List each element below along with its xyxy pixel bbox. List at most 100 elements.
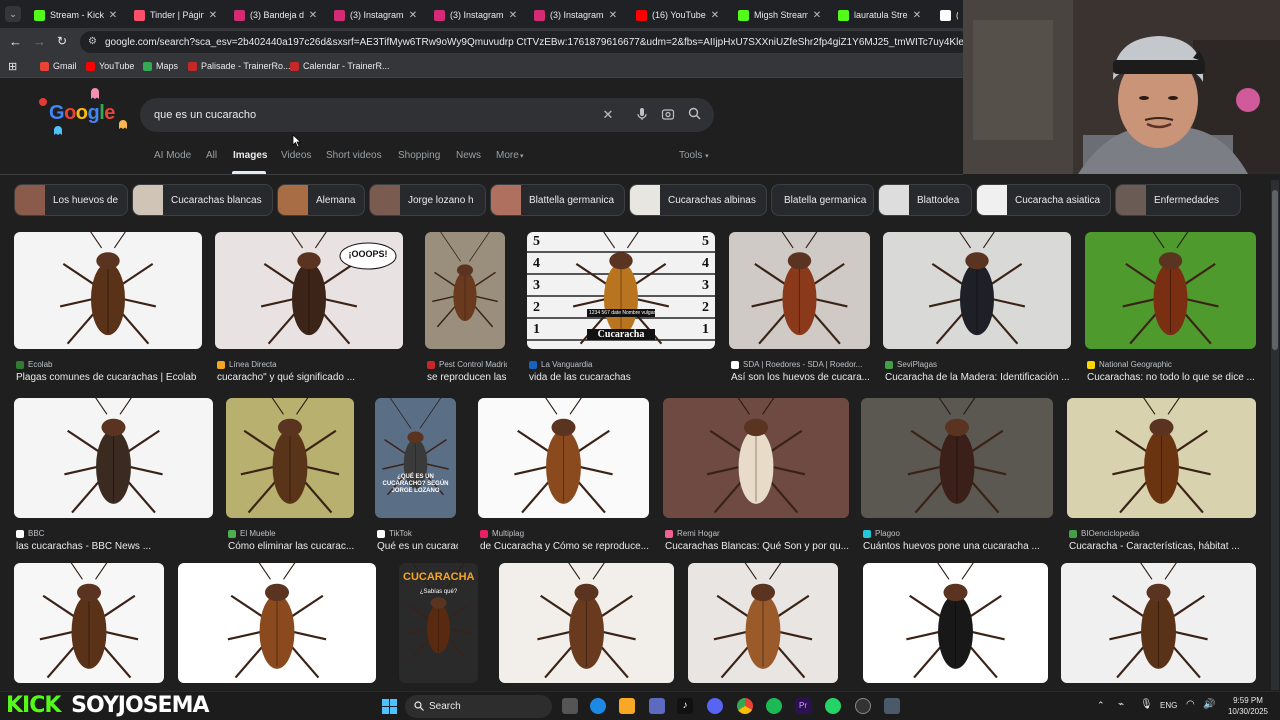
result-title[interactable]: Cucaracha de la Madera: Identificación .…	[885, 372, 1073, 383]
refinement-chip[interactable]: Blattella germanica	[490, 184, 625, 216]
search-icon[interactable]	[686, 107, 702, 123]
browser-tab[interactable]: (3) Instagram ✕	[528, 4, 624, 26]
tab-more[interactable]: More	[496, 150, 519, 161]
result-thumbnail[interactable]	[688, 563, 838, 683]
result-title[interactable]: Cucarachas Blancas: Qué Son y por qu...	[665, 541, 851, 552]
tab-search-button[interactable]: ⌄	[5, 6, 21, 22]
refinement-chip[interactable]: Jorge lozano h	[369, 184, 486, 216]
result-title[interactable]: Cucaracha - Características, hábitat ...	[1069, 541, 1258, 552]
volume-icon[interactable]: 🔊	[1203, 699, 1215, 710]
whatsapp-icon[interactable]	[825, 698, 841, 714]
result-thumbnail[interactable]	[729, 232, 870, 349]
result-thumbnail[interactable]	[863, 563, 1048, 683]
close-tab-icon[interactable]: ✕	[308, 10, 318, 21]
result-source[interactable]: SDA | Roedores - SDA | Roedor...	[731, 360, 872, 369]
result-thumbnail[interactable]	[663, 398, 849, 518]
image-result[interactable]: Pest Control Madrid se reproducen las ...	[425, 232, 507, 385]
bookmark-item[interactable]: Calendar - TrainerR...	[290, 61, 390, 71]
clear-icon[interactable]: ✕	[600, 107, 616, 123]
image-result[interactable]: BIOenciclopedia Cucaracha - Característic…	[1067, 398, 1256, 554]
result-title[interactable]: Cuántos huevos pone una cucaracha ...	[863, 541, 1055, 552]
back-icon[interactable]: ←	[9, 34, 22, 49]
result-thumbnail[interactable]	[14, 232, 202, 349]
refinement-chip[interactable]: Cucarachas blancas	[132, 184, 273, 216]
result-source[interactable]: Línea Directa	[217, 360, 405, 369]
image-result[interactable]: Ecolab Plagas comunes de cucarachas | Eco…	[14, 232, 202, 385]
image-result[interactable]: ¡OOOPS! Línea Directa cucaracho" y qué sig…	[215, 232, 403, 385]
store-icon[interactable]	[649, 698, 665, 714]
result-thumbnail[interactable]: CUCARACHA ¿Sabías qué?	[399, 563, 478, 683]
google-logo[interactable]: Google	[35, 88, 130, 136]
site-info-icon[interactable]: ⚙	[88, 36, 97, 47]
close-tab-icon[interactable]: ✕	[408, 10, 418, 21]
browser-tab[interactable]: lauratula Strea ✕	[832, 4, 928, 26]
bookmark-item[interactable]: YouTube	[86, 61, 134, 71]
image-result[interactable]: SDA | Roedores - SDA | Roedor... Así son …	[729, 232, 870, 385]
result-source[interactable]: Multiplag	[480, 529, 651, 538]
refinement-chip[interactable]: Cucaracha asiatica	[976, 184, 1111, 216]
reload-icon[interactable]: ↻	[57, 34, 67, 48]
image-result[interactable]: Plagoo Cuántos huevos pone una cucaracha …	[861, 398, 1053, 554]
lens-camera-icon[interactable]	[660, 107, 676, 123]
bookmark-item[interactable]: Maps	[143, 61, 178, 71]
result-thumbnail[interactable]: 5 5 4 4 3 3 2 2 1 1 1234 567 date Nombre vulgar Cuc…	[527, 232, 715, 349]
close-tab-icon[interactable]: ✕	[208, 10, 218, 21]
refinement-chip[interactable]: Enfermedades	[1115, 184, 1241, 216]
system-clock[interactable]: 9:59 PM 10/30/2025	[1218, 695, 1278, 717]
obs-icon[interactable]	[855, 698, 871, 714]
browser-tab[interactable]: (3) Instagram ✕	[428, 4, 524, 26]
tiktok-icon[interactable]: ♪	[677, 698, 693, 714]
result-thumbnail[interactable]	[478, 398, 649, 518]
result-source[interactable]: Ecolab	[16, 360, 204, 369]
result-title[interactable]: Cucarachas: no todo lo que se dice ...	[1087, 372, 1258, 383]
result-thumbnail[interactable]	[425, 232, 505, 349]
refinement-chip[interactable]: Blatella germanica	[771, 184, 874, 216]
taskbar-search[interactable]: Search	[405, 695, 552, 718]
result-source[interactable]: Plagoo	[863, 529, 1055, 538]
browser-tab[interactable]: (16) YouTube ✕	[630, 4, 726, 26]
result-thumbnail[interactable]	[1067, 398, 1256, 518]
result-thumbnail[interactable]	[1085, 232, 1256, 349]
discord-icon[interactable]	[707, 698, 723, 714]
image-result[interactable]: SeviPlagas Cucaracha de la Madera: Identi…	[883, 232, 1071, 385]
result-thumbnail[interactable]	[861, 398, 1053, 518]
image-result[interactable]: BBC las cucarachas - BBC News ...	[14, 398, 213, 554]
tab-all[interactable]: All	[206, 150, 217, 161]
refinement-chip[interactable]: Cucarachas albinas	[629, 184, 767, 216]
address-bar[interactable]: ⚙ google.com/search?sca_esv=2b402440a197…	[80, 31, 970, 53]
image-result[interactable]: El Mueble Cómo eliminar las cucarac...	[226, 398, 354, 554]
result-thumbnail[interactable]: ¡OOOPS!	[215, 232, 403, 349]
result-source[interactable]: Pest Control Madrid	[427, 360, 507, 369]
result-title[interactable]: Así son los huevos de cucara...	[731, 372, 872, 383]
file-explorer-icon[interactable]	[619, 698, 635, 714]
image-result[interactable]: National Geographic Cucarachas: no todo l…	[1085, 232, 1256, 385]
tools-button[interactable]: Tools ▾	[679, 150, 709, 161]
result-source[interactable]: El Mueble	[228, 529, 356, 538]
bookmark-item[interactable]: Gmail	[40, 61, 77, 71]
result-source[interactable]: BBC	[16, 529, 215, 538]
premiere-icon[interactable]: Pr	[795, 698, 811, 714]
refinement-chip[interactable]: Alemana	[277, 184, 365, 216]
apps-grid-icon[interactable]: ⊞	[8, 60, 20, 73]
language-indicator[interactable]: ENG	[1160, 701, 1177, 710]
close-tab-icon[interactable]: ✕	[508, 10, 518, 21]
browser-tab[interactable]: (3) Bandeja de ✕	[228, 4, 324, 26]
image-result[interactable]: ¿QUÉ ES UN CUCARACHO? SEGÚN JORGE LOZANO…	[375, 398, 458, 554]
result-thumbnail[interactable]	[499, 563, 674, 683]
tab-ai-mode[interactable]: AI Mode	[154, 150, 191, 161]
image-result[interactable]: Multiplag de Cucaracha y Cómo se reproduc…	[478, 398, 649, 554]
browser-tab[interactable]: Tinder | Página ✕	[128, 4, 224, 26]
wifi-icon[interactable]: ◠	[1186, 699, 1195, 710]
tab-videos[interactable]: Videos	[281, 150, 311, 161]
mic-tray-icon[interactable]: 🎙	[1140, 699, 1153, 710]
calculator-icon[interactable]	[884, 698, 900, 714]
result-thumbnail[interactable]	[14, 398, 213, 518]
browser-tab[interactable]: Migsh Stream ✕	[732, 4, 828, 26]
result-title[interactable]: vida de las cucarachas	[529, 372, 717, 383]
browser-tab[interactable]: Stream - Kick I ✕	[28, 4, 124, 26]
image-result[interactable]: Remi Hogar Cucarachas Blancas: Qué Son y …	[663, 398, 849, 554]
result-thumbnail[interactable]	[1061, 563, 1256, 683]
task-view-icon[interactable]	[562, 698, 578, 714]
result-title[interactable]: Cómo eliminar las cucarac...	[228, 541, 356, 552]
result-thumbnail[interactable]: ¿QUÉ ES UN CUCARACHO? SEGÚN JORGE LOZANO	[375, 398, 456, 518]
